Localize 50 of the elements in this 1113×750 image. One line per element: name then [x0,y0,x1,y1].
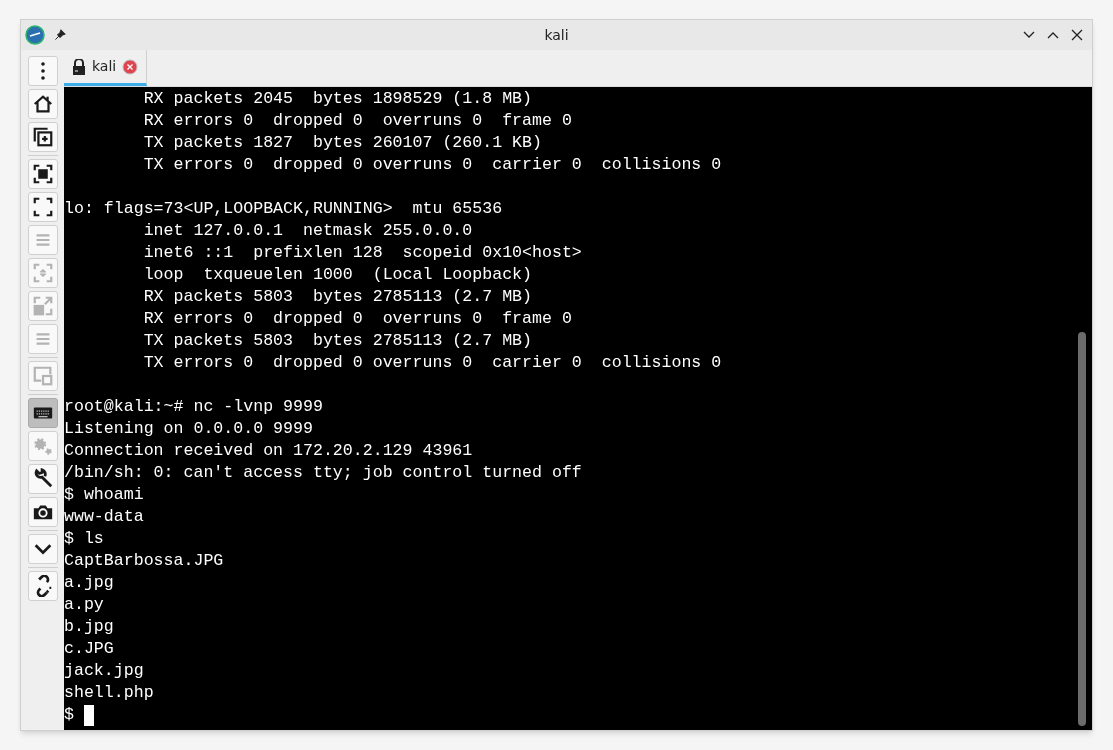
close-icon[interactable] [1070,28,1084,42]
terminal-line: TX packets 5803 bytes 2785113 (2.7 MB) [142,330,533,352]
close-tab-icon[interactable] [122,58,139,75]
terminal-line: TX packets 1827 bytes 260107 (260.1 KB) [142,132,542,154]
terminal-line: $ [64,704,74,726]
resize-icon [31,295,54,317]
terminal-line: c.JPG [64,638,114,660]
terminal-lock-icon [72,58,86,75]
terminal-line: Connection received on 172.20.2.129 43961 [64,440,473,462]
terminal-line: $ whoami [64,484,144,506]
terminal-line: TX errors 0 dropped 0 overruns 0 carrier 0 collisions 0 [142,352,722,374]
terminal-line: loop txqueuelen 1000 (Local Loopback) [142,264,533,286]
terminal-line: TX errors 0 dropped 0 overruns 0 carrier 0 collisions 0 [142,154,722,176]
terminal-line: shell.php [64,682,154,704]
terminal-line: a.jpg [64,572,114,594]
toolbar-button[interactable] [27,159,58,189]
home-icon [31,93,54,115]
terminal-line: jack.jpg [64,660,144,682]
toolbar-button[interactable] [27,398,58,428]
terminal-line: www-data [64,506,144,528]
terminal-line: root@kali:~# nc -lvnp 9999 [64,396,323,418]
terminal-line: RX packets 5803 bytes 2785113 (2.7 MB) [142,286,533,308]
terminal-line: inet 127.0.0.1 netmask 255.0.0.0 [142,220,473,242]
terminal-line: lo: flags=73<UP,LOOPBACK,RUNNING> mtu 65536 [64,198,503,220]
terminal-line: a.py [64,594,104,616]
terminal-line: /bin/sh: 0: can't access tty; job control turned off [64,462,582,484]
toolbar-button[interactable] [27,192,58,222]
fullscreen-icon [31,196,54,218]
fit-icon [31,262,54,284]
terminal-line: CaptBarbossa.JPG [64,550,224,572]
windows-icon [31,365,54,387]
terminal-line: b.jpg [64,616,114,638]
toolbar-button[interactable] [27,497,58,527]
menu-icon [40,62,45,80]
terminal-line: RX errors 0 dropped 0 overruns 0 frame 0 [142,110,572,132]
toolbar-button[interactable] [27,464,58,494]
terminal-line: Listening on 0.0.0.0 9999 [64,418,313,440]
focus-icon [31,163,54,185]
toolbar-button[interactable] [27,89,58,119]
pin-icon[interactable] [53,28,67,42]
toolbar-button[interactable] [27,122,58,152]
app-icon [25,25,45,45]
toolbar-button[interactable] [27,571,58,601]
new-window-icon [31,126,54,148]
terminal-line: $ ls [64,528,104,550]
terminal-line: RX errors 0 dropped 0 overruns 0 frame 0 [142,308,572,330]
window-title: kali [544,25,569,45]
terminal-line: inet6 ::1 prefixlen 128 scopeid 0x10<host> [142,242,582,264]
toolbar-button[interactable] [27,534,58,564]
terminal-line: RX packets 2045 bytes 1898529 (1.8 MB) [142,88,533,110]
